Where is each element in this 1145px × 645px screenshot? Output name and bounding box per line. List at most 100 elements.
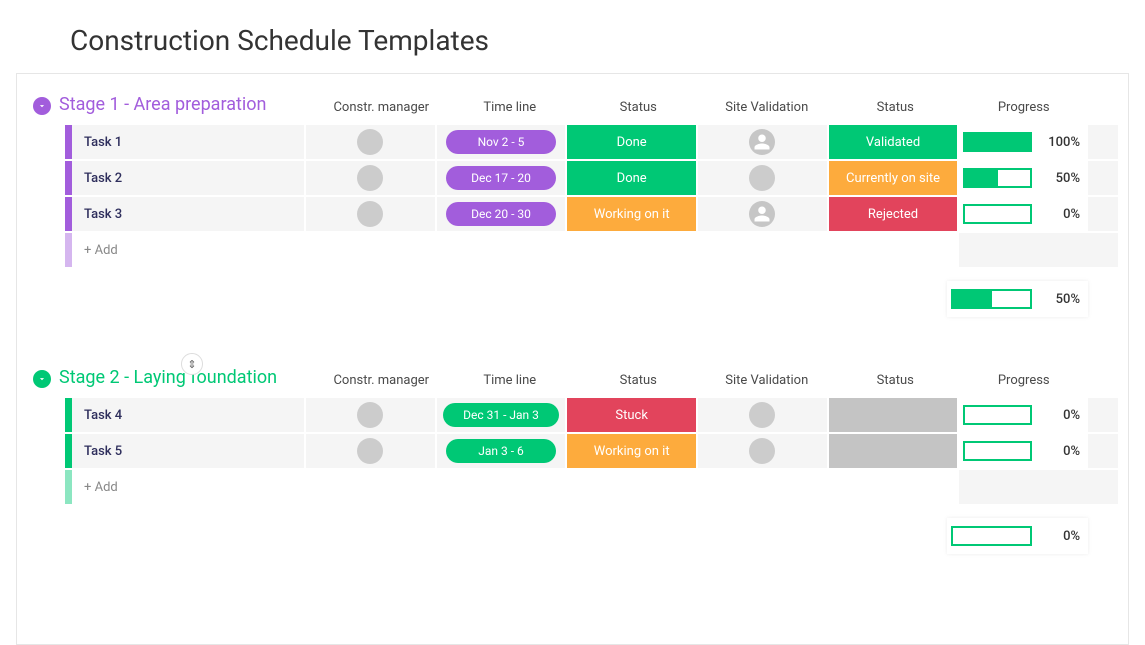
cell-manager[interactable]	[304, 125, 435, 159]
cell-manager[interactable]	[304, 161, 435, 195]
add-row[interactable]: + Add	[65, 470, 1118, 504]
cell-manager[interactable]	[304, 434, 435, 468]
status-badge[interactable]: Working on it	[567, 434, 696, 468]
table-row[interactable]: Task 2 Dec 17 - 20 Done Currently on sit…	[65, 161, 1118, 195]
group-title[interactable]: Stage 1 - Area preparation	[59, 94, 317, 115]
status-badge[interactable]: Currently on site	[829, 161, 958, 195]
column-header-site-validation[interactable]: Site Validation	[703, 373, 832, 388]
cell-site-validation[interactable]	[696, 161, 827, 195]
board: Stage 1 - Area preparation Constr. manag…	[16, 73, 1129, 645]
cell-site-validation[interactable]	[696, 434, 827, 468]
progress-bar[interactable]	[963, 441, 1032, 461]
progress-value: 50%	[1040, 292, 1080, 307]
timeline-pill[interactable]: Dec 31 - Jan 3	[443, 403, 559, 427]
cell-trailing	[1088, 125, 1118, 159]
add-label[interactable]: + Add	[72, 233, 304, 267]
progress-bar[interactable]	[963, 204, 1032, 224]
avatar[interactable]	[357, 165, 383, 191]
task-name[interactable]: Task 5	[72, 434, 304, 468]
timeline-pill[interactable]: Dec 17 - 20	[446, 166, 556, 190]
drag-handle-icon[interactable]: ⇕	[181, 353, 203, 375]
cell-progress[interactable]: 0%	[957, 197, 1088, 231]
status-badge[interactable]: Validated	[829, 125, 958, 159]
summary-progress: 50%	[947, 281, 1088, 317]
cell-status2[interactable]: Rejected	[827, 197, 958, 231]
avatar[interactable]	[357, 402, 383, 428]
status-badge[interactable]: Done	[567, 125, 696, 159]
cell-timeline[interactable]: Dec 17 - 20	[435, 161, 566, 195]
row-accent	[65, 161, 72, 195]
status-badge[interactable]: Stuck	[567, 398, 696, 432]
column-header-progress[interactable]: Progress	[960, 373, 1089, 388]
cell-progress[interactable]: 100%	[957, 125, 1088, 159]
cell-timeline[interactable]: Dec 20 - 30	[435, 197, 566, 231]
person-icon[interactable]	[749, 129, 775, 155]
progress-value: 0%	[1040, 444, 1080, 459]
summary-progress: 0%	[947, 518, 1088, 554]
add-row[interactable]: + Add	[65, 233, 1118, 267]
avatar[interactable]	[749, 438, 775, 464]
avatar[interactable]	[749, 165, 775, 191]
cell-status2[interactable]	[827, 434, 958, 468]
progress-bar[interactable]	[963, 405, 1032, 425]
cell-timeline[interactable]: Dec 31 - Jan 3	[435, 398, 566, 432]
cell-timeline[interactable]: Nov 2 - 5	[435, 125, 566, 159]
collapse-icon[interactable]	[33, 97, 51, 115]
cell-trailing	[1088, 197, 1118, 231]
cell-status[interactable]: Stuck	[565, 398, 696, 432]
cell-progress[interactable]: 0%	[957, 434, 1088, 468]
cell-status[interactable]: Done	[565, 125, 696, 159]
task-name[interactable]: Task 1	[72, 125, 304, 159]
table-row[interactable]: Task 4 Dec 31 - Jan 3 Stuck 0%	[65, 398, 1118, 432]
avatar[interactable]	[357, 438, 383, 464]
cell-status[interactable]: Working on it	[565, 197, 696, 231]
page-title: Construction Schedule Templates	[0, 0, 1145, 73]
task-name[interactable]: Task 4	[72, 398, 304, 432]
cell-status2[interactable]: Validated	[827, 125, 958, 159]
timeline-pill[interactable]: Dec 20 - 30	[446, 202, 556, 226]
table-row[interactable]: Task 3 Dec 20 - 30 Working on it Rejecte…	[65, 197, 1118, 231]
cell-timeline[interactable]: Jan 3 - 6	[435, 434, 566, 468]
status-badge[interactable]	[829, 398, 958, 432]
avatar[interactable]	[749, 402, 775, 428]
cell-progress[interactable]: 50%	[957, 161, 1088, 195]
person-icon[interactable]	[749, 201, 775, 227]
cell-manager[interactable]	[304, 197, 435, 231]
task-name[interactable]: Task 3	[72, 197, 304, 231]
column-header-progress[interactable]: Progress	[960, 100, 1089, 115]
collapse-icon[interactable]	[33, 370, 51, 388]
column-header-timeline[interactable]: Time line	[446, 100, 575, 115]
avatar[interactable]	[357, 129, 383, 155]
column-header-status2[interactable]: Status	[831, 373, 960, 388]
status-badge[interactable]: Rejected	[829, 197, 958, 231]
table-row[interactable]: Task 1 Nov 2 - 5 Done Validated 100%	[65, 125, 1118, 159]
cell-status[interactable]: Done	[565, 161, 696, 195]
cell-status2[interactable]: Currently on site	[827, 161, 958, 195]
timeline-pill[interactable]: Jan 3 - 6	[446, 439, 556, 463]
add-label[interactable]: + Add	[72, 470, 304, 504]
status-badge[interactable]: Working on it	[567, 197, 696, 231]
column-header-manager[interactable]: Constr. manager	[317, 373, 446, 388]
cell-progress[interactable]: 0%	[957, 398, 1088, 432]
status-badge[interactable]: Done	[567, 161, 696, 195]
cell-site-validation[interactable]	[696, 398, 827, 432]
timeline-pill[interactable]: Nov 2 - 5	[446, 130, 556, 154]
column-header-timeline[interactable]: Time line	[446, 373, 575, 388]
cell-site-validation[interactable]	[696, 125, 827, 159]
table-row[interactable]: Task 5 Jan 3 - 6 Working on it 0%	[65, 434, 1118, 468]
cell-manager[interactable]	[304, 398, 435, 432]
column-header-status[interactable]: Status	[574, 373, 703, 388]
progress-bar[interactable]	[963, 168, 1032, 188]
cell-status[interactable]: Working on it	[565, 434, 696, 468]
cell-site-validation[interactable]	[696, 197, 827, 231]
cell-trailing	[1088, 398, 1118, 432]
task-name[interactable]: Task 2	[72, 161, 304, 195]
column-header-status[interactable]: Status	[574, 100, 703, 115]
avatar[interactable]	[357, 201, 383, 227]
column-header-status2[interactable]: Status	[831, 100, 960, 115]
status-badge[interactable]	[829, 434, 958, 468]
progress-bar[interactable]	[963, 132, 1032, 152]
column-header-manager[interactable]: Constr. manager	[317, 100, 446, 115]
cell-status2[interactable]	[827, 398, 958, 432]
column-header-site-validation[interactable]: Site Validation	[703, 100, 832, 115]
